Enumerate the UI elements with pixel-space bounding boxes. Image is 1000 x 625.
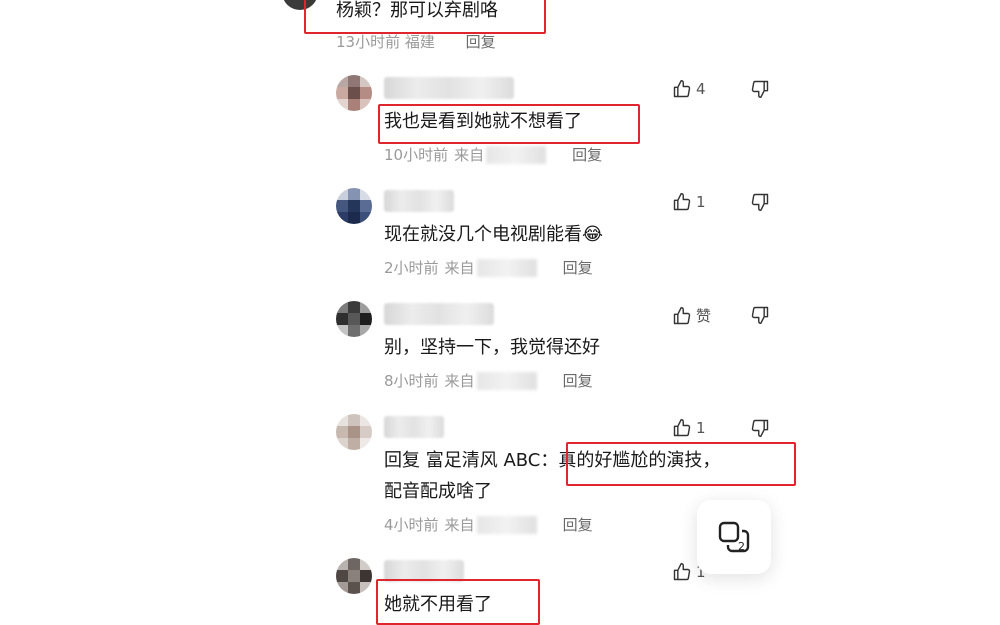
thumbs-up-icon: [672, 562, 692, 582]
comment-text: 她就不用看了: [384, 594, 492, 615]
dislike-button[interactable]: [750, 305, 770, 325]
comment-meta: 4小时前 来自 回复: [384, 514, 593, 535]
reaction-bar: 赞: [672, 305, 782, 327]
dislike-button[interactable]: [750, 192, 770, 212]
reply-button[interactable]: 回复: [572, 144, 602, 165]
comment-text: 现在就没几个电视剧能看😂: [384, 224, 604, 245]
thumbs-up-icon: [672, 306, 692, 326]
thumbs-up-icon: [672, 418, 692, 438]
reply-button[interactable]: 回复: [563, 514, 593, 535]
like-button[interactable]: 1: [672, 192, 706, 212]
thumbs-up-icon: [672, 79, 692, 99]
avatar[interactable]: [336, 188, 372, 224]
avatar[interactable]: [282, 0, 318, 10]
source-label: 来自: [444, 516, 475, 534]
source-redacted: [486, 145, 547, 164]
reaction-bar: 1: [672, 418, 782, 440]
comment-meta: 13小时前 福建 回复: [336, 31, 496, 52]
reply-item: 赞 别，坚持一下，我觉得还好 8小时前 来自 回复: [336, 301, 776, 391]
reply-item: 4 我也是看到她就不想看了 10小时前 来自 回复: [336, 75, 776, 165]
source-label: 来自: [454, 146, 485, 164]
like-button[interactable]: 4: [672, 79, 706, 99]
reply-button[interactable]: 回复: [563, 257, 593, 278]
username-redacted[interactable]: [384, 190, 454, 212]
source-label: 来自: [444, 259, 475, 277]
like-button[interactable]: 赞: [672, 305, 711, 326]
dislike-button[interactable]: [750, 418, 770, 438]
comment-time: 4小时前: [384, 516, 439, 534]
comment-location: 福建: [404, 33, 435, 51]
like-count: 1: [696, 193, 706, 211]
comment-meta: 8小时前 来自 回复: [384, 370, 593, 391]
copy-stack-icon: [716, 519, 752, 555]
like-count: 4: [696, 80, 706, 98]
source-redacted: [476, 371, 537, 390]
avatar[interactable]: [336, 301, 372, 337]
reply-button[interactable]: 回复: [563, 370, 593, 391]
comment-text: 回复 富足清风 ABC：真的好尴尬的演技，: [384, 450, 721, 471]
reaction-bar: 1: [672, 192, 782, 214]
comment-time: 10小时前: [384, 146, 449, 164]
comment-meta: 10小时前 来自 回复: [384, 144, 602, 165]
like-count: 1: [696, 419, 706, 437]
reply-button[interactable]: 回复: [466, 33, 496, 51]
floating-copy-button[interactable]: 2: [697, 500, 771, 574]
like-count: 赞: [696, 307, 712, 325]
comment-time: 13小时前: [336, 33, 401, 51]
avatar[interactable]: [336, 558, 372, 594]
reaction-bar: 4: [672, 79, 782, 101]
source-redacted: [476, 515, 537, 534]
comment-text-continued: 配音配成啥了: [384, 481, 492, 502]
source-label: 来自: [444, 372, 475, 390]
username-redacted[interactable]: [384, 416, 444, 438]
comment-text: 杨颖？那可以弃剧咯: [336, 0, 498, 21]
comment-time: 2小时前: [384, 259, 439, 277]
comment-text: 我也是看到她就不想看了: [384, 111, 582, 132]
comment-time: 8小时前: [384, 372, 439, 390]
comment-text: 别，坚持一下，我觉得还好: [384, 337, 600, 358]
dislike-button[interactable]: [750, 79, 770, 99]
avatar[interactable]: [336, 75, 372, 111]
thumbs-up-icon: [672, 192, 692, 212]
username-redacted[interactable]: [384, 303, 494, 325]
comment-meta: 2小时前 来自 回复: [384, 257, 593, 278]
floating-count: 2: [738, 540, 745, 553]
source-redacted: [476, 258, 537, 277]
username-redacted[interactable]: [384, 560, 464, 582]
username-redacted[interactable]: [384, 77, 514, 99]
avatar[interactable]: [336, 414, 372, 450]
like-button[interactable]: 1: [672, 418, 706, 438]
reply-item: 1 现在就没几个电视剧能看😂 2小时前 来自 回复: [336, 188, 776, 278]
